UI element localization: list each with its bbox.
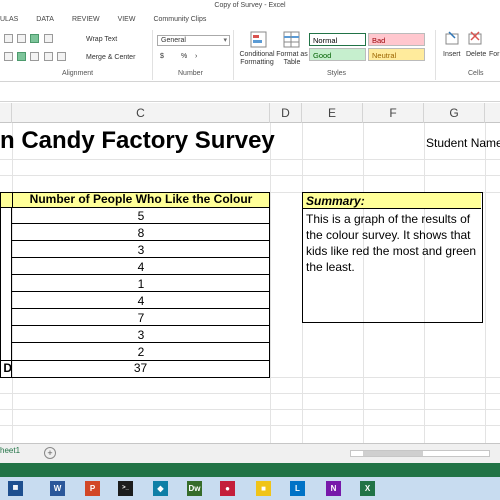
currency-button[interactable]: $ bbox=[160, 53, 164, 61]
excel-icon[interactable]: X bbox=[360, 481, 375, 496]
table-row[interactable]: 5 bbox=[12, 208, 270, 224]
delete-cells-icon[interactable] bbox=[467, 30, 483, 48]
insert-cells-icon[interactable] bbox=[444, 30, 460, 48]
column-header-f[interactable]: F bbox=[363, 103, 424, 123]
table-header[interactable]: Number of People Who Like the Colour bbox=[12, 192, 270, 208]
summary-box[interactable]: Summary: This is a graph of the results … bbox=[302, 192, 483, 323]
column-headers: C D E F G bbox=[0, 103, 500, 123]
format-button[interactable]: For bbox=[489, 51, 500, 59]
merge-center-button[interactable]: Merge & Center bbox=[86, 54, 135, 62]
tab-formulas[interactable]: ULAS bbox=[0, 16, 27, 23]
powerpoint-icon[interactable]: P bbox=[85, 481, 100, 496]
tab-data[interactable]: DATA bbox=[27, 16, 63, 23]
add-sheet-icon[interactable]: + bbox=[44, 447, 56, 459]
total-label[interactable]: D bbox=[0, 360, 12, 378]
start-icon[interactable]: ▦ bbox=[8, 481, 23, 496]
survey-title: n Candy Factory Survey bbox=[0, 127, 275, 154]
taskbar: ▦ W P >_ ◆ Dw ● ■ L N X bbox=[0, 477, 500, 500]
alignment-group-label: Alignment bbox=[62, 70, 94, 77]
style-bad[interactable]: Bad bbox=[368, 33, 425, 46]
table-row[interactable]: 4 bbox=[12, 259, 270, 275]
comma-button[interactable]: › bbox=[195, 53, 197, 61]
gridline bbox=[0, 409, 500, 410]
total-value[interactable]: 37 bbox=[12, 360, 270, 378]
align-left-icon[interactable] bbox=[4, 52, 13, 61]
gridline bbox=[0, 159, 500, 160]
dreamweaver-icon[interactable]: Dw bbox=[187, 481, 202, 496]
onenote-icon[interactable]: N bbox=[326, 481, 341, 496]
insert-button[interactable]: Insert bbox=[443, 51, 461, 59]
scrollbar-thumb[interactable] bbox=[363, 451, 423, 456]
column-header-h-partial[interactable] bbox=[485, 103, 500, 123]
table-row[interactable]: 2 bbox=[12, 344, 270, 360]
align-bottom-icon[interactable] bbox=[30, 34, 39, 43]
increase-indent-icon[interactable] bbox=[57, 52, 66, 61]
gridline bbox=[0, 393, 500, 394]
styles-group-label: Styles bbox=[327, 70, 347, 77]
ribbon-tabs: ULAS DATA REVIEW VIEW Community Clips bbox=[0, 12, 500, 27]
ribbon-separator bbox=[233, 30, 234, 80]
tab-community-clips[interactable]: Community Clips bbox=[144, 16, 215, 23]
format-as-table-button[interactable]: Format as Table bbox=[276, 51, 308, 67]
table-row[interactable]: 1 bbox=[12, 276, 270, 292]
style-good[interactable]: Good bbox=[309, 48, 366, 61]
column-header-c[interactable]: C bbox=[12, 103, 270, 123]
horizontal-scrollbar[interactable] bbox=[350, 450, 490, 457]
app-yellow-icon[interactable]: ■ bbox=[256, 481, 271, 496]
sheet-tab-bar: heet1 + bbox=[0, 443, 500, 463]
gridline bbox=[270, 123, 271, 443]
command-prompt-icon[interactable]: >_ bbox=[118, 481, 133, 496]
lync-icon[interactable]: L bbox=[290, 481, 305, 496]
orientation-icon[interactable] bbox=[44, 34, 53, 43]
worksheet-grid[interactable]: n Candy Factory Survey Student Name Numb… bbox=[0, 123, 500, 443]
summary-title: Summary: bbox=[303, 193, 481, 209]
style-normal[interactable]: Normal bbox=[309, 33, 366, 46]
table-row[interactable]: 8 bbox=[12, 225, 270, 241]
table-row[interactable]: 3 bbox=[12, 327, 270, 343]
decrease-indent-icon[interactable] bbox=[44, 52, 53, 61]
app-sail-icon[interactable]: ◆ bbox=[153, 481, 168, 496]
column-header-e[interactable]: E bbox=[302, 103, 363, 123]
ribbon-separator bbox=[435, 30, 436, 80]
status-bar bbox=[0, 463, 500, 477]
conditional-formatting-button[interactable]: Conditional Formatting bbox=[238, 51, 276, 67]
align-top-icon[interactable] bbox=[4, 34, 13, 43]
summary-text: This is a graph of the results of the co… bbox=[306, 212, 477, 274]
tab-review[interactable]: REVIEW bbox=[63, 16, 109, 23]
gridline bbox=[0, 425, 500, 426]
gridline bbox=[485, 123, 486, 443]
excel-window: Copy of Survey - Excel ULAS DATA REVIEW … bbox=[0, 0, 500, 500]
cells-group-label: Cells bbox=[468, 70, 484, 77]
column-header-d[interactable]: D bbox=[270, 103, 302, 123]
align-middle-icon[interactable] bbox=[17, 34, 26, 43]
window-title: Copy of Survey - Excel bbox=[0, 0, 500, 12]
tab-view[interactable]: VIEW bbox=[109, 16, 145, 23]
number-format-dropdown[interactable]: General bbox=[157, 35, 230, 46]
table-row[interactable]: 3 bbox=[12, 242, 270, 258]
number-group-label: Number bbox=[178, 70, 203, 77]
sheet-tab-sheet1[interactable]: heet1 bbox=[0, 446, 20, 455]
word-icon[interactable]: W bbox=[50, 481, 65, 496]
delete-button[interactable]: Delete bbox=[466, 51, 486, 59]
format-as-table-icon[interactable] bbox=[282, 30, 302, 50]
style-neutral[interactable]: Neutral bbox=[368, 48, 425, 61]
conditional-formatting-icon[interactable] bbox=[249, 30, 269, 50]
table-row[interactable]: 7 bbox=[12, 310, 270, 326]
table-row[interactable]: 4 bbox=[12, 293, 270, 309]
app-red-icon[interactable]: ● bbox=[220, 481, 235, 496]
student-name-label: Student Name bbox=[426, 136, 500, 150]
align-right-icon[interactable] bbox=[30, 52, 39, 61]
column-header-g[interactable]: G bbox=[424, 103, 485, 123]
wrap-text-button[interactable]: Wrap Text bbox=[86, 36, 117, 44]
ribbon-separator bbox=[152, 30, 153, 80]
percent-button[interactable]: % bbox=[181, 53, 187, 61]
ribbon: Wrap Text Merge & Center Alignment Gener… bbox=[0, 27, 500, 82]
align-center-icon[interactable] bbox=[17, 52, 26, 61]
gridline bbox=[0, 175, 500, 176]
column-header-partial[interactable] bbox=[0, 103, 12, 123]
table-header-partial[interactable] bbox=[0, 192, 12, 208]
formula-bar[interactable] bbox=[0, 82, 500, 102]
